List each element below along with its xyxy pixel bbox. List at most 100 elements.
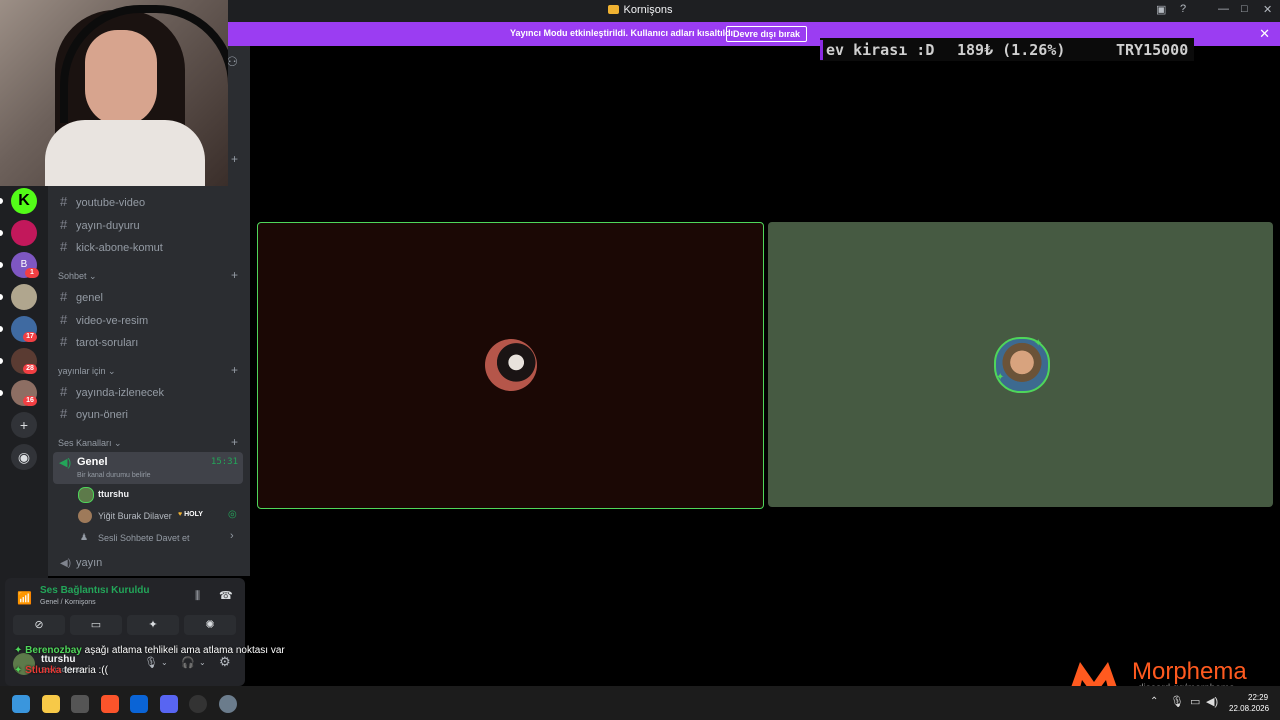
taskbar: ⌃ 🎙 ▭ ◀) 22:29 22.08.2026 <box>0 686 1280 720</box>
help-icon[interactable]: ? <box>1180 3 1186 15</box>
channel-yayin-duyuru[interactable]: # yayın-duyuru <box>60 217 140 232</box>
voice-invite-link[interactable]: Sesli Sohbete Davet et <box>98 533 190 543</box>
avatar <box>485 339 537 391</box>
store-icon[interactable] <box>71 695 89 713</box>
ticker-accent <box>820 40 823 60</box>
channel-oyun-oneri[interactable]: # oyun-öneri <box>60 406 128 421</box>
channel-status-hint[interactable]: Bir kanal durumu belirle <box>77 472 151 479</box>
voice-channel-yayin[interactable]: ◀) yayın <box>60 557 102 569</box>
category-yayinlar-icin[interactable]: yayınlar için ⌄ <box>58 366 116 377</box>
voice-member-name[interactable]: Yiğit Burak Dilaver <box>98 511 172 521</box>
app-logo-icon <box>607 5 619 14</box>
chevron-right-icon: › <box>230 530 234 542</box>
screen-share-button[interactable]: ▭ <box>70 615 122 635</box>
chevron-down-icon: ⌄ <box>114 438 122 448</box>
discover-icon[interactable]: ◉ <box>11 444 37 470</box>
hash-icon: # <box>60 334 68 349</box>
discord-icon[interactable] <box>160 695 178 713</box>
settings-icon[interactable] <box>219 695 237 713</box>
unread-pill <box>0 230 3 236</box>
brave-browser-icon[interactable] <box>101 695 119 713</box>
activities-button[interactable]: ✦ <box>127 615 179 635</box>
add-channel-icon[interactable]: + <box>231 152 238 166</box>
windows-start-icon[interactable] <box>12 695 30 713</box>
avatar[interactable] <box>78 487 94 503</box>
headphones-icon[interactable]: 🎧 <box>181 656 195 669</box>
tray-microphone-icon[interactable]: 🎙 <box>1170 695 1184 708</box>
clock-date[interactable]: 22.08.2026 <box>1229 704 1269 713</box>
close-window-icon[interactable]: ✕ <box>1263 3 1272 16</box>
camera-off-icon: ⊘ <box>34 619 44 631</box>
sparkle-icon: ✦ <box>14 665 23 676</box>
invite-icon[interactable]: ⚇ <box>226 54 238 70</box>
webcam-shoulders <box>45 120 205 186</box>
maximize-icon[interactable]: □ <box>1241 3 1248 15</box>
tray-display-icon[interactable]: ▭ <box>1190 695 1200 708</box>
hash-icon: # <box>60 312 68 327</box>
microphone-icon[interactable]: 🎙 <box>144 656 158 669</box>
unread-pill <box>0 262 3 268</box>
streaming-icon: ◎ <box>228 509 237 520</box>
camera-toggle-button[interactable]: ⊘ <box>13 615 65 635</box>
channel-name: yayın-duyuru <box>76 220 140 232</box>
tray-volume-icon[interactable]: ◀) <box>1206 695 1218 708</box>
channel-genel[interactable]: # genel <box>60 289 103 304</box>
chevron-down-icon[interactable]: ⌄ <box>199 658 206 667</box>
server-icon[interactable] <box>11 284 37 310</box>
donation-ticker: ev kirası :D 189₺ (1.26%) TRY15000 <box>820 38 1194 61</box>
add-channel-icon[interactable]: + <box>231 435 238 449</box>
voice-location[interactable]: Genel / Kornişons <box>40 599 96 606</box>
chevron-down-icon[interactable]: ⌄ <box>161 658 168 667</box>
channel-kick-abone-komut[interactable]: # kick-abone-komut <box>60 239 163 254</box>
unread-pill <box>0 390 3 396</box>
add-server-icon[interactable]: + <box>11 412 37 438</box>
settings-gear-icon[interactable]: ⚙ <box>219 654 231 670</box>
banner-close-icon[interactable]: ✕ <box>1259 26 1270 42</box>
category-sohbet[interactable]: Sohbet ⌄ <box>58 271 97 282</box>
noise-suppression-icon[interactable]: ⫼ <box>195 590 200 603</box>
channel-name: yayında-izlenecek <box>76 387 165 399</box>
soundboard-button[interactable]: ✺ <box>184 615 236 635</box>
clock-time[interactable]: 22:29 <box>1248 693 1268 702</box>
channel-name: oyun-öneri <box>76 409 128 421</box>
disable-streamer-mode-button[interactable]: Devre dışı bırak <box>726 26 808 42</box>
voice-channel-genel[interactable]: ◀) Genel 15:31 Bir kanal durumu belirle <box>53 452 243 484</box>
chat-user: Stlunka <box>25 665 62 676</box>
category-name: Ses Kanalları <box>58 438 112 448</box>
tray-chevron-up-icon[interactable]: ⌃ <box>1150 696 1158 707</box>
video-tile-left[interactable] <box>257 222 764 509</box>
signal-icon: 📶 <box>17 591 32 605</box>
add-channel-icon[interactable]: + <box>231 268 238 282</box>
unread-pill <box>0 294 3 300</box>
outlook-icon[interactable] <box>130 695 148 713</box>
minimize-icon[interactable]: — <box>1218 3 1229 15</box>
channel-youtube-video[interactable]: # youtube-video <box>60 194 145 209</box>
file-explorer-icon[interactable] <box>42 695 60 713</box>
window-title-text: Kornişons <box>623 4 673 16</box>
voice-status[interactable]: Ses Bağlantısı Kuruldu <box>40 585 149 596</box>
obs-icon[interactable] <box>189 695 207 713</box>
soundboard-icon: ✺ <box>205 619 215 631</box>
add-channel-icon[interactable]: + <box>231 363 238 377</box>
channel-name: kick-abone-komut <box>76 242 163 254</box>
voice-timer: 15:31 <box>210 457 238 467</box>
mention-badge: 28 <box>23 364 37 374</box>
server-icon[interactable] <box>11 220 37 246</box>
avatar[interactable] <box>78 509 92 523</box>
channel-video-ve-resim[interactable]: # video-ve-resim <box>60 312 148 327</box>
unread-pill <box>0 326 3 332</box>
channel-tarot-sorulari[interactable]: # tarot-soruları <box>60 334 138 349</box>
category-ses-kanallari[interactable]: Ses Kanalları ⌄ <box>58 438 122 449</box>
disconnect-icon[interactable]: ☎ <box>219 589 233 602</box>
guild-tag: ♥ HOLY <box>178 511 203 518</box>
voice-member-name[interactable]: tturshu <box>98 489 129 499</box>
video-tile-right[interactable]: ✦ ✦ <box>768 222 1273 507</box>
person-add-icon: ♟ <box>80 532 89 542</box>
server-kick[interactable]: K <box>11 188 37 214</box>
sparkle-icon: ✦ <box>14 645 23 656</box>
channel-yayinda-izlenecek[interactable]: # yayında-izlenecek <box>60 384 164 399</box>
mention-badge: 17 <box>23 332 37 342</box>
chat-text: terraria :(( <box>64 665 108 676</box>
channel-name: youtube-video <box>76 197 146 209</box>
inbox-icon[interactable]: ▣ <box>1156 3 1166 16</box>
